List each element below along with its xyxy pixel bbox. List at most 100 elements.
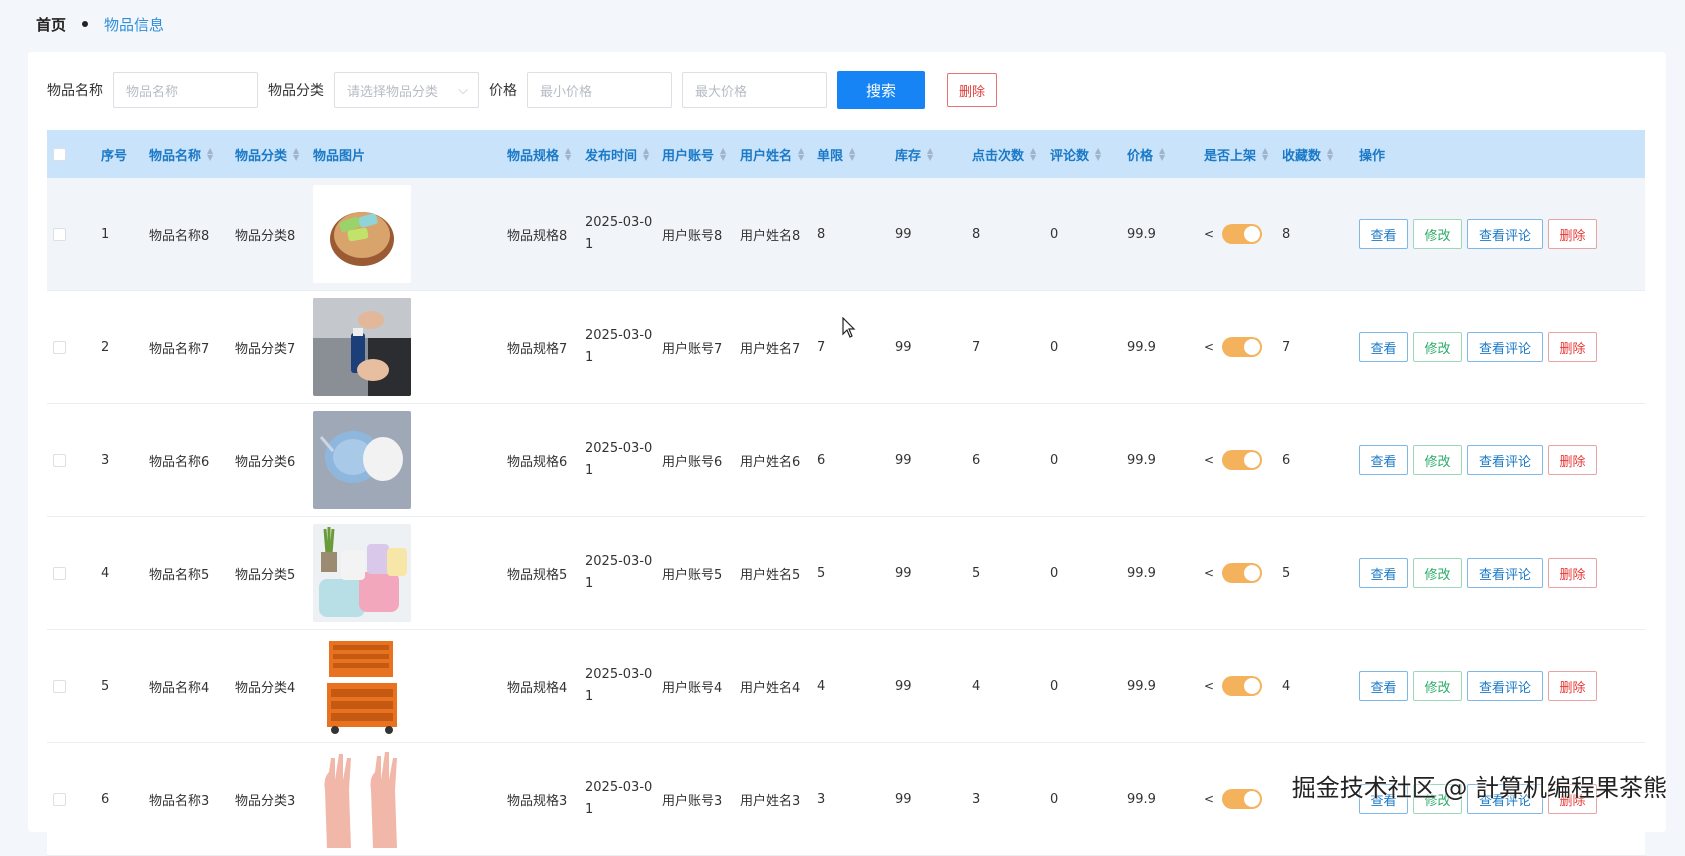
- delete-button[interactable]: 删除: [1548, 332, 1597, 362]
- share-icon[interactable]: <: [1204, 340, 1214, 354]
- cell-account: 用户账号8: [662, 228, 723, 244]
- edit-button[interactable]: 修改: [1413, 558, 1462, 588]
- sort-icon[interactable]: ▲ ▼: [643, 147, 649, 162]
- view-button[interactable]: 查看: [1359, 219, 1408, 249]
- header-clicks[interactable]: 点击次数 ▲ ▼: [972, 130, 1036, 178]
- search-button[interactable]: 搜索: [837, 71, 925, 109]
- cell-username: 用户姓名4: [740, 680, 801, 696]
- sort-icon[interactable]: ▲ ▼: [1327, 147, 1333, 162]
- header-category[interactable]: 物品分类 ▲ ▼: [235, 130, 299, 178]
- on-sale-toggle[interactable]: [1222, 789, 1263, 809]
- header-comments[interactable]: 评论数 ▲ ▼: [1050, 130, 1101, 178]
- item-image[interactable]: [313, 185, 411, 283]
- row-checkbox[interactable]: [53, 566, 66, 580]
- cell-spec: 物品规格5: [507, 567, 568, 583]
- category-select[interactable]: 请选择物品分类 ⌵: [334, 72, 479, 108]
- view-comments-button[interactable]: 查看评论: [1467, 332, 1543, 362]
- breadcrumb-current[interactable]: 物品信息: [104, 14, 164, 35]
- table-row[interactable]: 1 物品名称8 物品分类8 物品规格8 2025-03-0 1 用户账号8 用户姓…: [47, 178, 1645, 291]
- header-publish-time[interactable]: 发布时间 ▲ ▼: [585, 130, 649, 178]
- sort-icon[interactable]: ▲ ▼: [927, 147, 933, 162]
- table-row[interactable]: 5 物品名称4 物品分类4 物品规格4 2025-03-0 1 用户账号4 用户姓…: [47, 630, 1645, 743]
- sort-icon[interactable]: ▲ ▼: [849, 147, 855, 162]
- delete-button[interactable]: 删除: [1548, 671, 1597, 701]
- delete-button[interactable]: 删除: [1548, 558, 1597, 588]
- cell-account: 用户账号5: [662, 567, 723, 583]
- table-row[interactable]: 2 物品名称7 物品分类7 物品规格7 2025-03-0 1 用户账号7 用户姓…: [47, 291, 1645, 404]
- header-name[interactable]: 物品名称 ▲ ▼: [149, 130, 213, 178]
- cell-favorites: 5: [1282, 565, 1291, 581]
- header-favorites[interactable]: 收藏数 ▲ ▼: [1282, 130, 1333, 178]
- item-image[interactable]: [313, 637, 411, 735]
- share-icon[interactable]: <: [1204, 566, 1214, 580]
- cell-account: 用户账号6: [662, 454, 723, 470]
- cell-name: 物品名称5: [149, 567, 210, 583]
- sort-icon[interactable]: ▲ ▼: [1030, 147, 1036, 162]
- share-icon[interactable]: <: [1204, 453, 1214, 467]
- view-comments-button[interactable]: 查看评论: [1467, 445, 1543, 475]
- sort-icon[interactable]: ▲ ▼: [720, 147, 726, 162]
- view-comments-button[interactable]: 查看评论: [1467, 558, 1543, 588]
- on-sale-toggle[interactable]: [1222, 563, 1263, 583]
- view-button[interactable]: 查看: [1359, 445, 1408, 475]
- view-button[interactable]: 查看: [1359, 558, 1408, 588]
- share-icon[interactable]: <: [1204, 227, 1214, 241]
- sort-icon[interactable]: ▲ ▼: [1159, 147, 1165, 162]
- on-sale-toggle[interactable]: [1222, 450, 1263, 470]
- header-username[interactable]: 用户姓名 ▲ ▼: [740, 130, 804, 178]
- sort-icon[interactable]: ▲ ▼: [565, 147, 571, 162]
- row-checkbox[interactable]: [53, 340, 66, 354]
- edit-button[interactable]: 修改: [1413, 332, 1462, 362]
- item-image[interactable]: [313, 411, 411, 509]
- share-icon[interactable]: <: [1204, 792, 1214, 806]
- sort-icon[interactable]: ▲ ▼: [798, 147, 804, 162]
- chevron-down-icon: ⌵: [458, 82, 468, 98]
- row-checkbox[interactable]: [53, 679, 66, 693]
- sort-icon[interactable]: ▲ ▼: [207, 147, 213, 162]
- view-comments-button[interactable]: 查看评论: [1467, 671, 1543, 701]
- max-price-input[interactable]: 最大价格: [682, 72, 827, 108]
- breadcrumb-home[interactable]: 首页: [36, 14, 66, 35]
- share-icon[interactable]: <: [1204, 679, 1214, 693]
- header-actions: 操作: [1359, 148, 1386, 164]
- min-price-input[interactable]: 最小价格: [527, 72, 672, 108]
- on-sale-toggle[interactable]: [1222, 224, 1263, 244]
- watermark: 掘金技术社区 @ 計算机编程果茶熊: [1291, 774, 1667, 802]
- cell-comments: 0: [1050, 565, 1059, 581]
- header-stock[interactable]: 库存 ▲ ▼: [895, 130, 933, 178]
- header-spec[interactable]: 物品规格 ▲ ▼: [507, 130, 571, 178]
- row-checkbox[interactable]: [53, 453, 66, 467]
- row-actions: 查看 修改 查看评论 删除: [1359, 219, 1597, 249]
- table-row[interactable]: 3 物品名称6 物品分类6 物品规格6 2025-03-0 1 用户账号6 用户姓…: [47, 404, 1645, 517]
- batch-delete-button[interactable]: 删除: [947, 73, 997, 107]
- edit-button[interactable]: 修改: [1413, 445, 1462, 475]
- row-checkbox[interactable]: [53, 227, 66, 241]
- sort-icon[interactable]: ▲ ▼: [293, 147, 299, 162]
- header-image: 物品图片: [313, 148, 366, 164]
- header-account[interactable]: 用户账号 ▲ ▼: [662, 130, 726, 178]
- item-image[interactable]: [313, 298, 411, 396]
- item-image[interactable]: [313, 524, 411, 622]
- cell-spec: 物品规格7: [507, 341, 568, 357]
- view-button[interactable]: 查看: [1359, 671, 1408, 701]
- name-search-input[interactable]: 物品名称: [113, 72, 258, 108]
- edit-button[interactable]: 修改: [1413, 671, 1462, 701]
- on-sale-toggle[interactable]: [1222, 676, 1263, 696]
- view-comments-button[interactable]: 查看评论: [1467, 219, 1543, 249]
- cell-limit: 8: [817, 226, 826, 242]
- header-price[interactable]: 价格 ▲ ▼: [1127, 130, 1165, 178]
- sort-icon[interactable]: ▲ ▼: [1095, 147, 1101, 162]
- delete-button[interactable]: 删除: [1548, 219, 1597, 249]
- view-button[interactable]: 查看: [1359, 332, 1408, 362]
- item-image[interactable]: [313, 750, 411, 848]
- select-all-checkbox[interactable]: [53, 147, 66, 161]
- delete-button[interactable]: 删除: [1548, 445, 1597, 475]
- cell-limit: 3: [817, 791, 826, 807]
- on-sale-toggle[interactable]: [1222, 337, 1263, 357]
- table-row[interactable]: 4 物品名称5 物品分类5 物品规格5 2025-03-0 1 用户账号5 用户姓…: [47, 517, 1645, 630]
- header-on-sale[interactable]: 是否上架 ▲ ▼: [1204, 130, 1268, 178]
- row-checkbox[interactable]: [53, 792, 66, 806]
- edit-button[interactable]: 修改: [1413, 219, 1462, 249]
- header-limit[interactable]: 单限 ▲ ▼: [817, 130, 855, 178]
- sort-icon[interactable]: ▲ ▼: [1262, 147, 1268, 162]
